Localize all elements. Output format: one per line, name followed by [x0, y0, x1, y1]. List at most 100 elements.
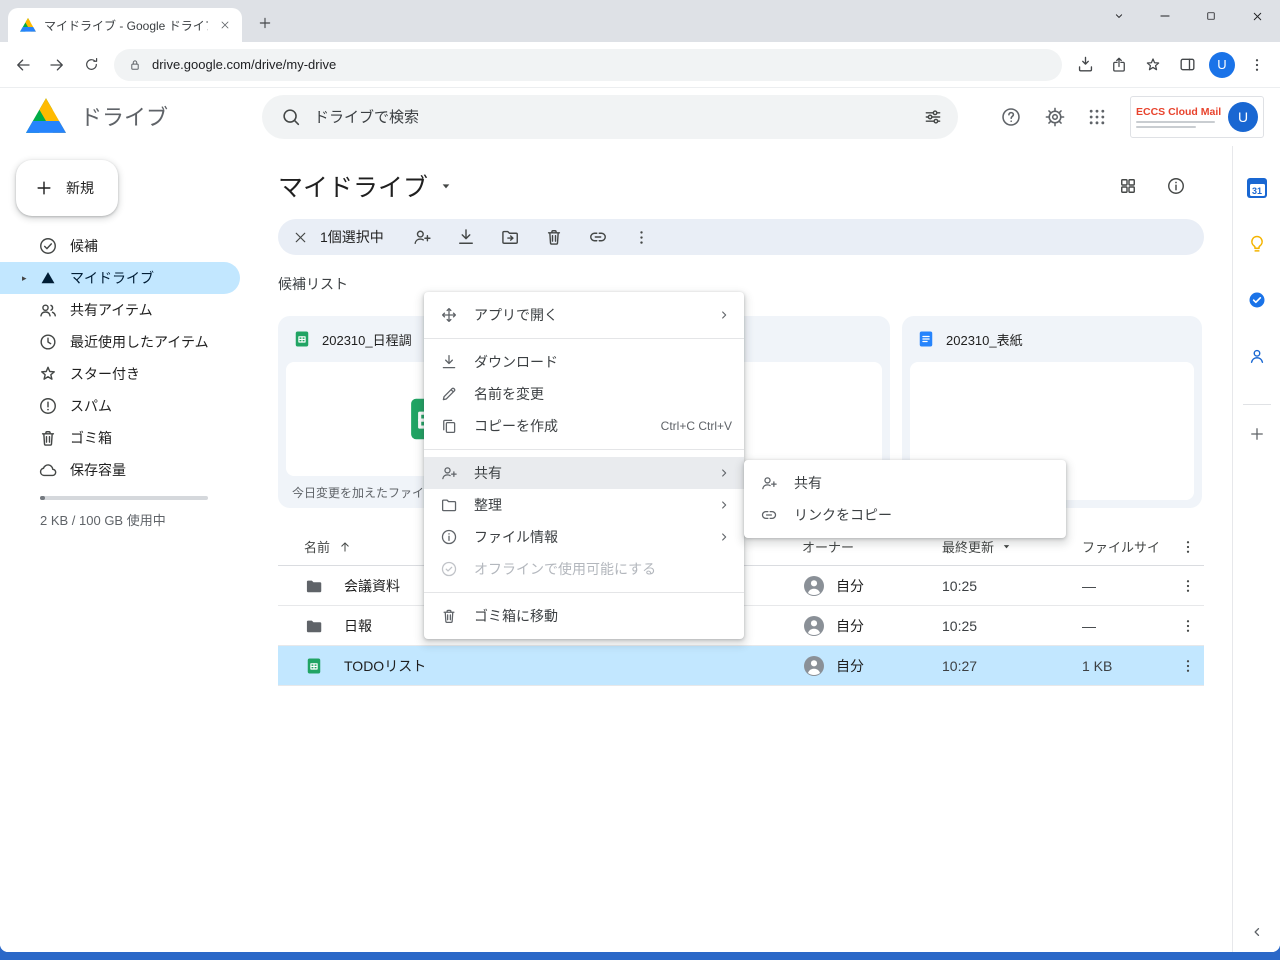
address-bar[interactable]: drive.google.com/drive/my-drive	[114, 49, 1062, 81]
details-info-icon[interactable]	[1160, 170, 1192, 202]
page-title[interactable]: マイドライブ	[278, 168, 454, 204]
header-modified-cell[interactable]: 最終更新	[942, 537, 1082, 556]
window-minimize-button[interactable]	[1142, 0, 1188, 32]
google-apps-grid-icon[interactable]	[1081, 101, 1113, 133]
header-size-cell[interactable]: ファイルサイ	[1082, 537, 1172, 556]
back-button[interactable]	[6, 48, 40, 82]
trash-button[interactable]	[532, 219, 576, 255]
browser-menu-kebab-icon[interactable]	[1240, 48, 1274, 82]
account-avatar[interactable]: U	[1228, 102, 1258, 132]
tasks-icon[interactable]	[1233, 280, 1280, 320]
menu-item-label: ダウンロード	[474, 352, 732, 372]
search-options-tune-icon[interactable]	[914, 98, 952, 136]
header-size-label: ファイルサイ	[1082, 540, 1160, 555]
menu-item-rename[interactable]: 名前を変更	[424, 378, 744, 410]
shared-people-icon	[38, 300, 58, 320]
hide-side-panel-chevron-icon[interactable]	[1233, 912, 1280, 952]
share-submenu: 共有 リンクをコピー	[744, 460, 1066, 538]
browser-tab[interactable]: マイドライブ - Google ドライブ	[8, 8, 242, 42]
calendar-icon[interactable]: 31	[1233, 168, 1280, 208]
download-button[interactable]	[444, 219, 488, 255]
more-actions-kebab-icon[interactable]	[620, 219, 664, 255]
clear-selection-close-icon[interactable]	[282, 219, 318, 255]
info-icon	[439, 527, 459, 547]
menu-item-label: 整理	[474, 495, 701, 515]
submenu-item-share[interactable]: 共有	[744, 467, 1066, 499]
sidebar-item-label: マイドライブ	[70, 268, 154, 288]
browser-actions: U	[1068, 48, 1274, 82]
tab-close-icon[interactable]	[216, 16, 234, 34]
menu-item-label: オフラインで使用可能にする	[474, 559, 732, 579]
tab-search-chevron-icon[interactable]	[1096, 0, 1142, 32]
downloads-icon[interactable]	[1068, 48, 1102, 82]
forward-button[interactable]	[40, 48, 74, 82]
sort-ascending-arrow-icon[interactable]	[338, 540, 352, 554]
window-maximize-button[interactable]	[1188, 0, 1234, 32]
sidebar-item-trash[interactable]: ゴミ箱	[0, 422, 240, 454]
expand-arrow-icon[interactable]: ▸	[22, 273, 38, 284]
grid-view-toggle-icon[interactable]	[1112, 170, 1144, 202]
reload-button[interactable]	[74, 48, 108, 82]
sidebar-item-my-drive[interactable]: ▸ マイドライブ	[0, 262, 240, 294]
row-owner-cell: 自分	[802, 654, 942, 678]
sidebar-item-suggested[interactable]: 候補	[0, 230, 240, 262]
search-bar[interactable]	[262, 95, 958, 139]
row-actions-kebab-icon[interactable]	[1172, 617, 1204, 635]
keep-icon[interactable]	[1233, 224, 1280, 264]
row-actions-kebab-icon[interactable]	[1172, 577, 1204, 595]
row-actions-kebab-icon[interactable]	[1172, 657, 1204, 675]
menu-item-make-copy[interactable]: コピーを作成 Ctrl+C Ctrl+V	[424, 410, 744, 442]
contacts-icon[interactable]	[1233, 336, 1280, 376]
copy-link-button[interactable]	[576, 219, 620, 255]
menu-item-open-with[interactable]: アプリで開く	[424, 299, 744, 331]
sidebar-item-starred[interactable]: スター付き	[0, 358, 240, 390]
browser-profile-avatar[interactable]: U	[1209, 52, 1235, 78]
menu-item-organize[interactable]: 整理	[424, 489, 744, 521]
sidebar-item-label: 共有アイテム	[70, 300, 153, 320]
side-panel-icon[interactable]	[1170, 48, 1204, 82]
folder-icon	[304, 616, 324, 636]
settings-gear-icon[interactable]	[1039, 101, 1071, 133]
help-icon[interactable]	[995, 101, 1027, 133]
site-security-icon[interactable]	[128, 58, 142, 72]
get-addons-plus-icon[interactable]	[1233, 414, 1280, 454]
trash-icon	[439, 606, 459, 626]
row-file-name: 会議資料	[344, 576, 400, 596]
search-icon[interactable]	[280, 106, 302, 128]
my-drive-icon	[38, 268, 58, 288]
modified-caret-down-icon[interactable]	[1000, 540, 1013, 553]
sidebar-item-storage[interactable]: 保存容量	[0, 454, 240, 486]
menu-item-move-to-trash[interactable]: ゴミ箱に移動	[424, 600, 744, 632]
sidebar-item-spam[interactable]: スパム	[0, 390, 240, 422]
header-name-label: 名前	[304, 537, 330, 556]
drive-logo[interactable]: ドライブ	[26, 98, 168, 134]
menu-item-file-info[interactable]: ファイル情報	[424, 521, 744, 553]
account-badge-subtext-line	[1136, 121, 1215, 123]
submenu-item-copy-link[interactable]: リンクをコピー	[744, 499, 1066, 531]
new-tab-button[interactable]	[252, 10, 278, 36]
new-button[interactable]: 新規	[16, 160, 118, 216]
share-page-icon[interactable]	[1102, 48, 1136, 82]
window-close-button[interactable]	[1234, 0, 1280, 32]
search-input[interactable]	[314, 109, 902, 126]
move-to-folder-button[interactable]	[488, 219, 532, 255]
table-row-selected[interactable]: TODOリスト 自分 10:27 1 KB	[278, 646, 1204, 686]
title-caret-down-icon[interactable]	[438, 178, 454, 194]
bookmark-star-icon[interactable]	[1136, 48, 1170, 82]
open-with-icon	[439, 305, 459, 325]
sidebar-item-recent[interactable]: 最近使用したアイテム	[0, 326, 240, 358]
header-owner-cell[interactable]: オーナー	[802, 537, 942, 556]
menu-item-download[interactable]: ダウンロード	[424, 346, 744, 378]
account-badge-text: ECCS Cloud Mail	[1136, 106, 1222, 128]
side-panel-rail: 31	[1232, 146, 1280, 952]
drive-sidebar: 新規 候補 ▸ マイドライブ 共有アイテム 最近使用したアイテム	[0, 146, 258, 952]
drive-logo-icon	[26, 98, 66, 134]
sidebar-item-shared[interactable]: 共有アイテム	[0, 294, 240, 326]
context-menu: アプリで開く ダウンロード 名前を変更 コピーを作成 Ctrl+C Ctrl+V…	[424, 292, 744, 639]
header-options-kebab-icon[interactable]	[1172, 538, 1204, 556]
rail-divider	[1243, 404, 1271, 405]
share-person-add-button[interactable]	[400, 219, 444, 255]
account-badge[interactable]: ECCS Cloud Mail U	[1130, 96, 1264, 138]
row-owner-cell: 自分	[802, 574, 942, 598]
menu-item-share[interactable]: 共有	[424, 457, 744, 489]
